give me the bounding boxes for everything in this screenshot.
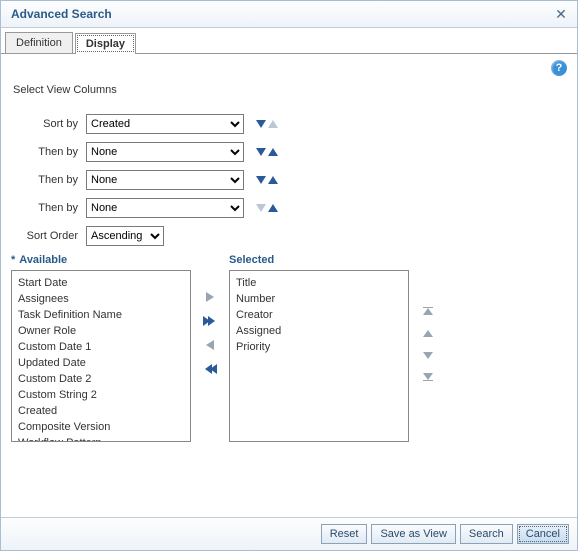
sort-desc-icon[interactable] (256, 120, 266, 128)
save-as-view-button[interactable]: Save as View (371, 524, 455, 544)
list-item[interactable]: Workflow Pattern (16, 435, 186, 442)
sort-row-1: Sort by Created (11, 114, 567, 134)
advanced-search-dialog: Advanced Search ✕ Definition Display ? S… (0, 0, 578, 551)
required-marker: * (11, 254, 15, 266)
tabstrip: Definition Display (1, 28, 577, 54)
available-header: *Available (11, 254, 191, 266)
list-item[interactable]: Custom String 2 (16, 387, 186, 403)
then-by-select-2[interactable]: None (86, 170, 244, 190)
search-button[interactable]: Search (460, 524, 513, 544)
then-by-select-3[interactable]: None (86, 198, 244, 218)
list-item[interactable]: Composite Version (16, 419, 186, 435)
sort-desc-icon[interactable] (256, 176, 266, 184)
help-icon[interactable]: ? (551, 60, 567, 76)
tab-display[interactable]: Display (75, 33, 136, 54)
dialog-title: Advanced Search (11, 7, 112, 21)
sort-asc-icon[interactable] (268, 176, 278, 184)
sort-desc-icon[interactable] (256, 204, 266, 212)
then-by-label-1: Then by (11, 146, 86, 158)
then-by-label-3: Then by (11, 202, 86, 214)
sort-order-row: Sort Order Ascending (11, 226, 567, 246)
reset-button[interactable]: Reset (321, 524, 368, 544)
list-item[interactable]: Assigned (234, 323, 404, 339)
list-item[interactable]: Owner Role (16, 323, 186, 339)
list-item[interactable]: Task Definition Name (16, 307, 186, 323)
tab-definition[interactable]: Definition (5, 32, 73, 53)
list-item[interactable]: Start Date (16, 275, 186, 291)
move-all-left-button[interactable] (201, 362, 219, 376)
sort-row-2: Then by None (11, 142, 567, 162)
chevron-right-icon (206, 292, 214, 302)
titlebar: Advanced Search ✕ (1, 1, 577, 28)
display-panel: ? Select View Columns Sort by Created Th… (1, 54, 577, 517)
list-item[interactable]: Updated Date (16, 355, 186, 371)
list-item[interactable]: Creator (234, 307, 404, 323)
sort-order-select[interactable]: Ascending (86, 226, 164, 246)
then-by-select-1[interactable]: None (86, 142, 244, 162)
dialog-footer: Reset Save as View Search Cancel (1, 517, 577, 550)
close-icon[interactable]: ✕ (553, 6, 569, 22)
move-bottom-button[interactable] (419, 370, 437, 384)
list-item[interactable]: Number (234, 291, 404, 307)
chevron-down-icon (423, 352, 433, 359)
move-left-button[interactable] (201, 338, 219, 352)
column-picker: *Available Start DateAssigneesTask Defin… (11, 254, 567, 442)
sort-asc-icon[interactable] (268, 148, 278, 156)
list-item[interactable]: Custom Date 1 (16, 339, 186, 355)
sort-by-label: Sort by (11, 118, 86, 130)
reorder-buttons (419, 254, 437, 384)
move-bottom-icon (423, 373, 433, 382)
sort-asc-icon[interactable] (268, 120, 278, 128)
list-item[interactable]: Created (16, 403, 186, 419)
list-item[interactable]: Priority (234, 339, 404, 355)
list-item[interactable]: Title (234, 275, 404, 291)
sort-order-label: Sort Order (11, 230, 86, 242)
sort-desc-icon[interactable] (256, 148, 266, 156)
available-listbox[interactable]: Start DateAssigneesTask Definition NameO… (11, 270, 191, 442)
move-down-button[interactable] (419, 348, 437, 362)
cancel-button[interactable]: Cancel (517, 524, 569, 544)
then-by-label-2: Then by (11, 174, 86, 186)
section-title: Select View Columns (13, 84, 567, 96)
list-item[interactable]: Custom Date 2 (16, 371, 186, 387)
selected-header: Selected (229, 254, 409, 266)
move-right-button[interactable] (201, 290, 219, 304)
chevron-up-icon (423, 330, 433, 337)
move-all-right-button[interactable] (201, 314, 219, 328)
transfer-buttons (201, 254, 219, 376)
sort-row-3: Then by None (11, 170, 567, 190)
selected-listbox[interactable]: TitleNumberCreatorAssignedPriority (229, 270, 409, 442)
move-top-icon (423, 307, 433, 316)
sort-row-4: Then by None (11, 198, 567, 218)
sort-asc-icon[interactable] (268, 204, 278, 212)
move-up-button[interactable] (419, 326, 437, 340)
list-item[interactable]: Assignees (16, 291, 186, 307)
move-top-button[interactable] (419, 304, 437, 318)
sort-by-select[interactable]: Created (86, 114, 244, 134)
chevron-left-icon (206, 340, 214, 350)
